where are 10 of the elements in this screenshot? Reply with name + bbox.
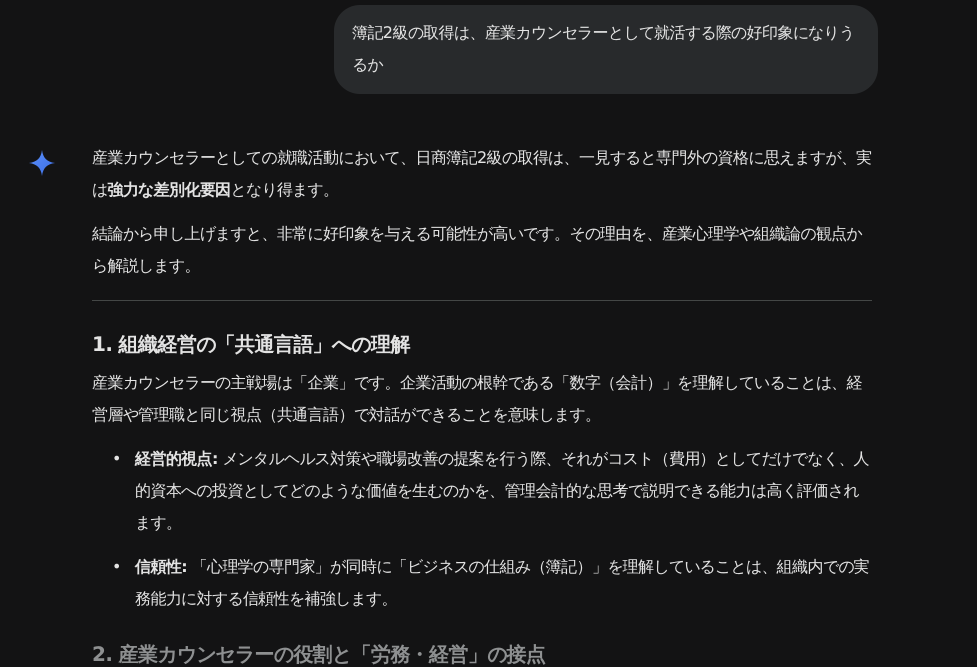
section-heading: 2. 産業カウンセラーの役割と「労務・経営」の接点 (92, 641, 546, 667)
bullet-marker: • (112, 556, 122, 578)
response-paragraph: 産業カウンセラーの主戦場は「企業」です。企業活動の根幹である「数字（会計）」を理解していることは、経営層や管理職と同じ視点（共通言語）で対話ができることを意味します。 (92, 372, 864, 426)
user-message: 簿記2級の取得は、産業カウンセラーとして就活する際の好印象になりうるか (334, 5, 878, 94)
response-paragraph: 産業カウンセラーとしての就職活動において、日商簿記2級の取得は、一見すると専門外の資格に思えますが、実は強力な差別化要因となり得ます。 (92, 147, 872, 201)
bullet-marker: • (112, 448, 122, 470)
bullet-text: 経営的視点: メンタルヘルス対策や職場改善の提案を行う際、それがコスト（費用）としてだけでなく、人的資本への投資としてどのような価値を生むのかを、管理会計的な思考で説明できる能力は高く評価されます。 (135, 448, 870, 534)
bullet-text: 信頼性: 「心理学の専門家」が同時に「ビジネスの仕組み（簿記）」を理解していることは、組織内での実務能力に対する信頼性を補強します。 (135, 556, 870, 610)
section-heading: 1. 組織経営の「共通言語」への理解 (92, 331, 412, 358)
response-paragraph: 結論から申し上げますと、非常に好印象を与える可能性が高いです。その理由を、産業心理学や組織論の観点から解説します。 (92, 223, 864, 277)
